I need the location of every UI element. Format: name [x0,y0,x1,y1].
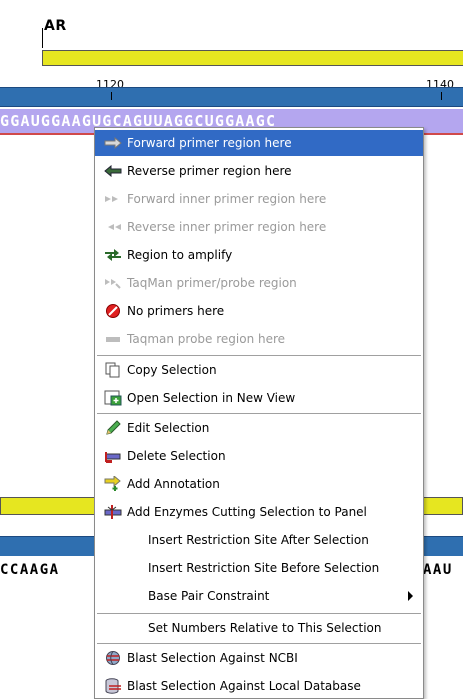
menu-item-label: No primers here [127,304,225,318]
forward-primer-icon [103,135,123,151]
region-amplify-icon [103,247,123,263]
menu-item-label: Insert Restriction Site After Selection [148,533,369,547]
no-primers-icon [103,303,123,319]
menu-item-insert-site-before[interactable]: Insert Restriction Site Before Selection [95,555,423,581]
menu-item-label: Delete Selection [127,449,226,463]
forward-inner-primer-icon [103,191,123,207]
menu-item-reverse-primer[interactable]: Reverse primer region here [95,158,423,184]
annotation-bar[interactable] [42,50,463,66]
menu-item-delete-selection[interactable]: Delete Selection [95,443,423,469]
reverse-primer-icon [103,163,123,179]
menu-item-taqman-probe[interactable]: Taqman probe region here [95,326,423,352]
copy-icon [103,362,123,378]
menu-item-label: TaqMan primer/probe region [127,276,297,290]
menu-item-set-numbers-relative[interactable]: Set Numbers Relative to This Selection [95,615,423,641]
context-menu: Forward primer region here Reverse prime… [94,127,424,699]
menu-item-add-enzymes[interactable]: Add Enzymes Cutting Selection to Panel [95,499,423,525]
menu-item-label: Forward primer region here [127,136,292,150]
menu-item-open-selection-new-view[interactable]: Open Selection in New View [95,385,423,411]
menu-item-label: Blast Selection Against Local Database [127,679,361,693]
menu-item-label: Base Pair Constraint [148,589,270,603]
reverse-inner-primer-icon [103,219,123,235]
menu-item-label: Taqman probe region here [127,332,286,346]
open-new-view-icon [103,390,123,406]
menu-item-edit-selection[interactable]: Edit Selection [95,415,423,441]
sequence-text-lower-left: CCAAGA [0,562,60,578]
menu-item-region-amplify[interactable]: Region to amplify [95,242,423,268]
taqman-icon [103,275,123,291]
ruler-tick [441,92,442,100]
menu-item-label: Add Annotation [127,477,220,491]
menu-item-label: Reverse inner primer region here [127,220,327,234]
menu-item-blast-local[interactable]: Blast Selection Against Local Database [95,673,423,699]
menu-item-base-pair-constraint[interactable]: Base Pair Constraint [95,583,423,609]
edit-pencil-icon [103,420,123,436]
menu-separator [97,413,421,414]
menu-item-reverse-inner-primer[interactable]: Reverse inner primer region here [95,214,423,240]
menu-item-label: Reverse primer region here [127,164,292,178]
menu-item-label: Set Numbers Relative to This Selection [148,621,382,635]
menu-item-blast-ncbi[interactable]: Blast Selection Against NCBI [95,645,423,671]
menu-item-no-primers[interactable]: No primers here [95,298,423,324]
annotation-start-tick [42,28,43,48]
menu-item-copy-selection[interactable]: Copy Selection [95,357,423,383]
menu-item-label: Open Selection in New View [127,391,296,405]
menu-item-label: Region to amplify [127,248,233,262]
menu-item-label: Forward inner primer region here [127,192,327,206]
menu-item-label: Blast Selection Against NCBI [127,651,298,665]
menu-item-insert-site-after[interactable]: Insert Restriction Site After Selection [95,527,423,553]
menu-item-forward-primer[interactable]: Forward primer region here [95,130,423,156]
menu-item-label: Insert Restriction Site Before Selection [148,561,380,575]
blast-local-icon [103,678,123,694]
sequence-ruler [0,87,463,107]
menu-item-label: Edit Selection [127,421,210,435]
menu-item-label: Copy Selection [127,363,217,377]
menu-separator [97,643,421,644]
menu-item-add-annotation[interactable]: Add Annotation [95,471,423,497]
add-enzymes-icon [103,504,123,520]
sequence-text-lower-right: AAU [423,562,453,578]
submenu-arrow-icon [408,591,413,601]
menu-separator [97,355,421,356]
taqman-probe-icon [103,331,123,347]
add-annotation-icon [103,476,123,492]
menu-item-label: Add Enzymes Cutting Selection to Panel [127,505,367,519]
annotation-label: AR [44,18,67,34]
delete-selection-icon [103,448,123,464]
menu-separator [97,613,421,614]
menu-item-taqman-primer-probe[interactable]: TaqMan primer/probe region [95,270,423,296]
blast-ncbi-icon [103,650,123,666]
ruler-tick [111,92,112,100]
menu-item-forward-inner-primer[interactable]: Forward inner primer region here [95,186,423,212]
